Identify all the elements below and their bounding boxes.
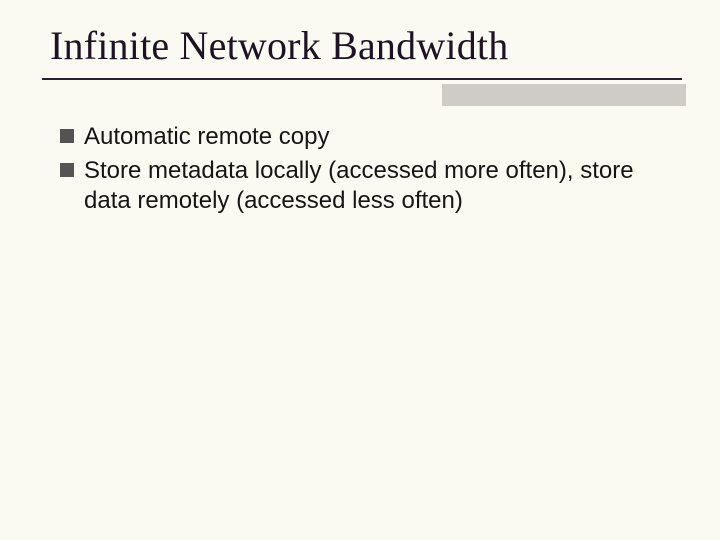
slide-title: Infinite Network Bandwidth (50, 22, 508, 69)
square-bullet-icon (60, 129, 74, 143)
bullet-text: Automatic remote copy (84, 122, 329, 152)
slide-body: Automatic remote copy Store metadata loc… (60, 122, 666, 220)
accent-bar (442, 84, 686, 106)
slide: Infinite Network Bandwidth Automatic rem… (0, 0, 720, 540)
square-bullet-icon (60, 163, 74, 177)
title-underline (42, 78, 682, 80)
list-item: Store metadata locally (accessed more of… (60, 156, 666, 216)
list-item: Automatic remote copy (60, 122, 666, 152)
bullet-text: Store metadata locally (accessed more of… (84, 156, 666, 216)
